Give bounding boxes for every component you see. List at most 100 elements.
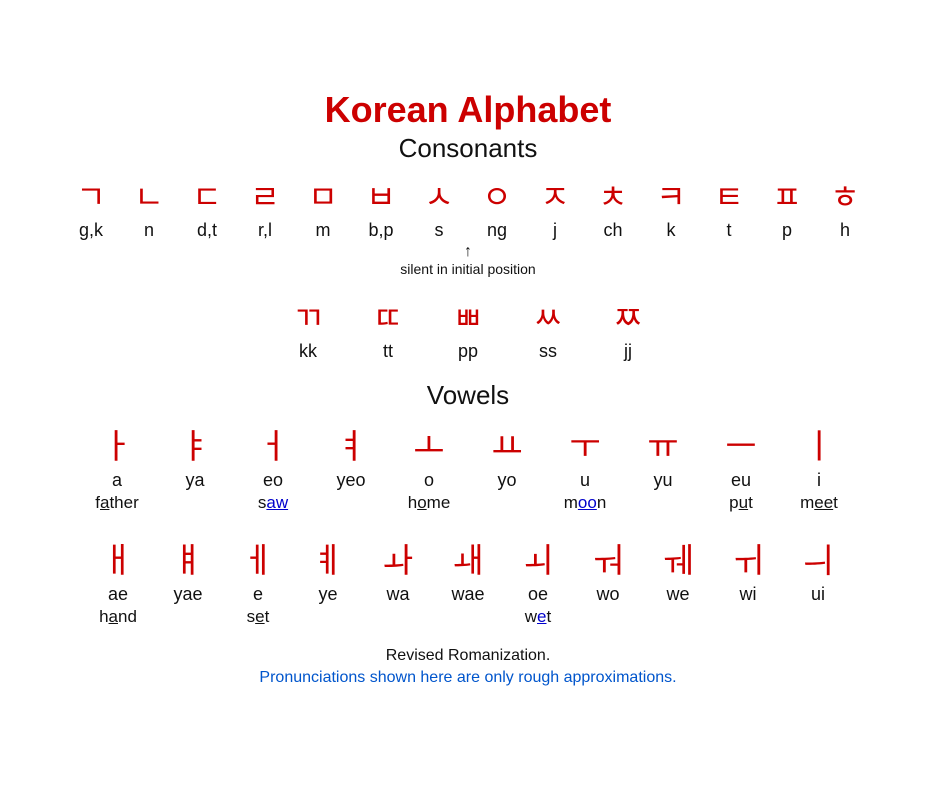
vowel2-roman-1: yae: [153, 584, 223, 605]
vowel1-korean-5: ㅛ: [468, 419, 546, 468]
vowel1-example-8: put: [702, 493, 780, 513]
vowels-section: Vowels ㅏㅑㅓㅕㅗㅛㅜㅠㅡㅣ ayaeoyeooyouyueui fath…: [38, 380, 898, 627]
vowel1-roman-8: eu: [702, 470, 780, 491]
consonant-korean-7: ㅇ: [468, 172, 526, 218]
vowel2-roman-6: oe: [503, 584, 573, 605]
example-underline-hand: a: [109, 607, 118, 626]
consonant-roman-8: j: [526, 220, 584, 241]
vowel1-roman-7: yu: [624, 470, 702, 491]
consonant-roman-4: m: [294, 220, 352, 241]
vowel1-korean-1: ㅑ: [156, 419, 234, 468]
main-container: Korean Alphabet Consonants ㄱㄴㄷㄹㅁㅂㅅㅇㅈㅊㅋㅌㅍ…: [18, 79, 918, 707]
vowel1-korean-2: ㅓ: [234, 419, 312, 468]
consonant-korean-2: ㄷ: [178, 172, 236, 218]
vowel2-korean-3: ㅖ: [293, 533, 363, 582]
consonants-header: Consonants: [38, 133, 898, 164]
vowel1-korean-7: ㅠ: [624, 419, 702, 468]
vowel2-roman-9: wi: [713, 584, 783, 605]
dbl-consonant-korean-4: ㅉ: [588, 293, 668, 339]
page-title: Korean Alphabet: [38, 89, 898, 131]
consonant-roman-1: n: [120, 220, 178, 241]
vowel2-roman-8: we: [643, 584, 713, 605]
vowel1-roman-2: eo: [234, 470, 312, 491]
dbl-consonant-roman-2: pp: [428, 341, 508, 362]
vowel2-korean-9: ㅟ: [713, 533, 783, 582]
consonants-korean-row: ㄱㄴㄷㄹㅁㅂㅅㅇㅈㅊㅋㅌㅍㅎ: [38, 172, 898, 218]
dbl-consonant-roman-4: jj: [588, 341, 668, 362]
vowels-row2-examples: handsetwet: [38, 607, 898, 627]
consonant-ng-block: ng: [468, 220, 526, 241]
consonant-korean-12: ㅍ: [758, 172, 816, 218]
dbl-consonant-korean-1: ㄸ: [348, 293, 428, 339]
vowels-row1-roman: ayaeoyeooyouyueui: [38, 470, 898, 491]
vowel2-roman-0: ae: [83, 584, 153, 605]
double-consonants-section: ㄲㄸㅃㅆㅉ kkttppssjj: [38, 293, 898, 362]
vowel2-korean-7: ㅝ: [573, 533, 643, 582]
vowel1-korean-6: ㅜ: [546, 419, 624, 468]
example-underline-wet: e: [537, 607, 546, 626]
vowel1-example-9: meet: [780, 493, 858, 513]
vowel2-korean-4: ㅘ: [363, 533, 433, 582]
consonant-roman-2: d,t: [178, 220, 236, 241]
vowel1-roman-4: o: [390, 470, 468, 491]
vowel2-korean-10: ㅢ: [783, 533, 853, 582]
consonant-roman-13: h: [816, 220, 874, 241]
vowel2-korean-2: ㅔ: [223, 533, 293, 582]
consonant-roman-7: ng: [468, 220, 526, 241]
consonant-korean-8: ㅈ: [526, 172, 584, 218]
vowel1-korean-4: ㅗ: [390, 419, 468, 468]
vowel1-korean-8: ㅡ: [702, 419, 780, 468]
vowel1-korean-9: ㅣ: [780, 419, 858, 468]
vowels-row1-korean: ㅏㅑㅓㅕㅗㅛㅜㅠㅡㅣ: [38, 419, 898, 468]
consonant-roman-12: p: [758, 220, 816, 241]
vowels-row1-examples: fathersawhomemoonputmeet: [38, 493, 898, 513]
consonant-roman-6: s: [410, 220, 468, 241]
footer: Revised Romanization. Pronunciations sho…: [38, 647, 898, 687]
dbl-consonant-korean-2: ㅃ: [428, 293, 508, 339]
consonant-korean-5: ㅂ: [352, 172, 410, 218]
consonant-roman-11: t: [700, 220, 758, 241]
example-underline: o: [417, 493, 426, 512]
vowels-header: Vowels: [38, 380, 898, 411]
dbl-consonant-roman-0: kk: [268, 341, 348, 362]
example-underline: u: [739, 493, 748, 512]
vowel2-roman-2: e: [223, 584, 293, 605]
consonant-roman-10: k: [642, 220, 700, 241]
consonant-korean-9: ㅊ: [584, 172, 642, 218]
consonant-roman-9: ch: [584, 220, 642, 241]
footer-line2: Pronunciations shown here are only rough…: [38, 669, 898, 687]
dbl-consonant-korean-0: ㄲ: [268, 293, 348, 339]
footer-line1: Revised Romanization.: [38, 647, 898, 665]
arrow-up-icon: [38, 243, 898, 261]
example-underline-set: e: [255, 607, 264, 626]
vowel1-roman-0: a: [78, 470, 156, 491]
example-underline: a: [100, 493, 109, 512]
vowel2-roman-3: ye: [293, 584, 363, 605]
vowels-row2: ㅐㅒㅔㅖㅘㅙㅚㅝㅞㅟㅢ aeyaeeyewawaeoewowewiui hand…: [38, 533, 898, 627]
consonants-roman-row: g,knd,tr,lmb,psngjchktph: [38, 220, 898, 241]
vowel1-roman-5: yo: [468, 470, 546, 491]
vowel2-example-0: hand: [83, 607, 153, 627]
double-korean-row: ㄲㄸㅃㅆㅉ: [38, 293, 898, 339]
vowels-row2-korean: ㅐㅒㅔㅖㅘㅙㅚㅝㅞㅟㅢ: [38, 533, 898, 582]
consonant-korean-6: ㅅ: [410, 172, 468, 218]
consonant-korean-10: ㅋ: [642, 172, 700, 218]
example-underline-moon: oo: [578, 493, 597, 512]
vowel1-korean-3: ㅕ: [312, 419, 390, 468]
consonant-roman-3: r,l: [236, 220, 294, 241]
consonant-korean-13: ㅎ: [816, 172, 874, 218]
vowel2-roman-5: wae: [433, 584, 503, 605]
consonant-korean-11: ㅌ: [700, 172, 758, 218]
dbl-consonant-roman-1: tt: [348, 341, 428, 362]
vowel2-korean-0: ㅐ: [83, 533, 153, 582]
consonant-korean-3: ㄹ: [236, 172, 294, 218]
vowel1-roman-9: i: [780, 470, 858, 491]
example-underline-saw: aw: [266, 493, 288, 512]
vowel2-roman-10: ui: [783, 584, 853, 605]
vowel2-korean-1: ㅒ: [153, 533, 223, 582]
double-roman-row: kkttppssjj: [38, 341, 898, 362]
example-underline: ee: [814, 493, 833, 512]
vowel2-korean-8: ㅞ: [643, 533, 713, 582]
consonant-korean-4: ㅁ: [294, 172, 352, 218]
vowel1-roman-1: ya: [156, 470, 234, 491]
